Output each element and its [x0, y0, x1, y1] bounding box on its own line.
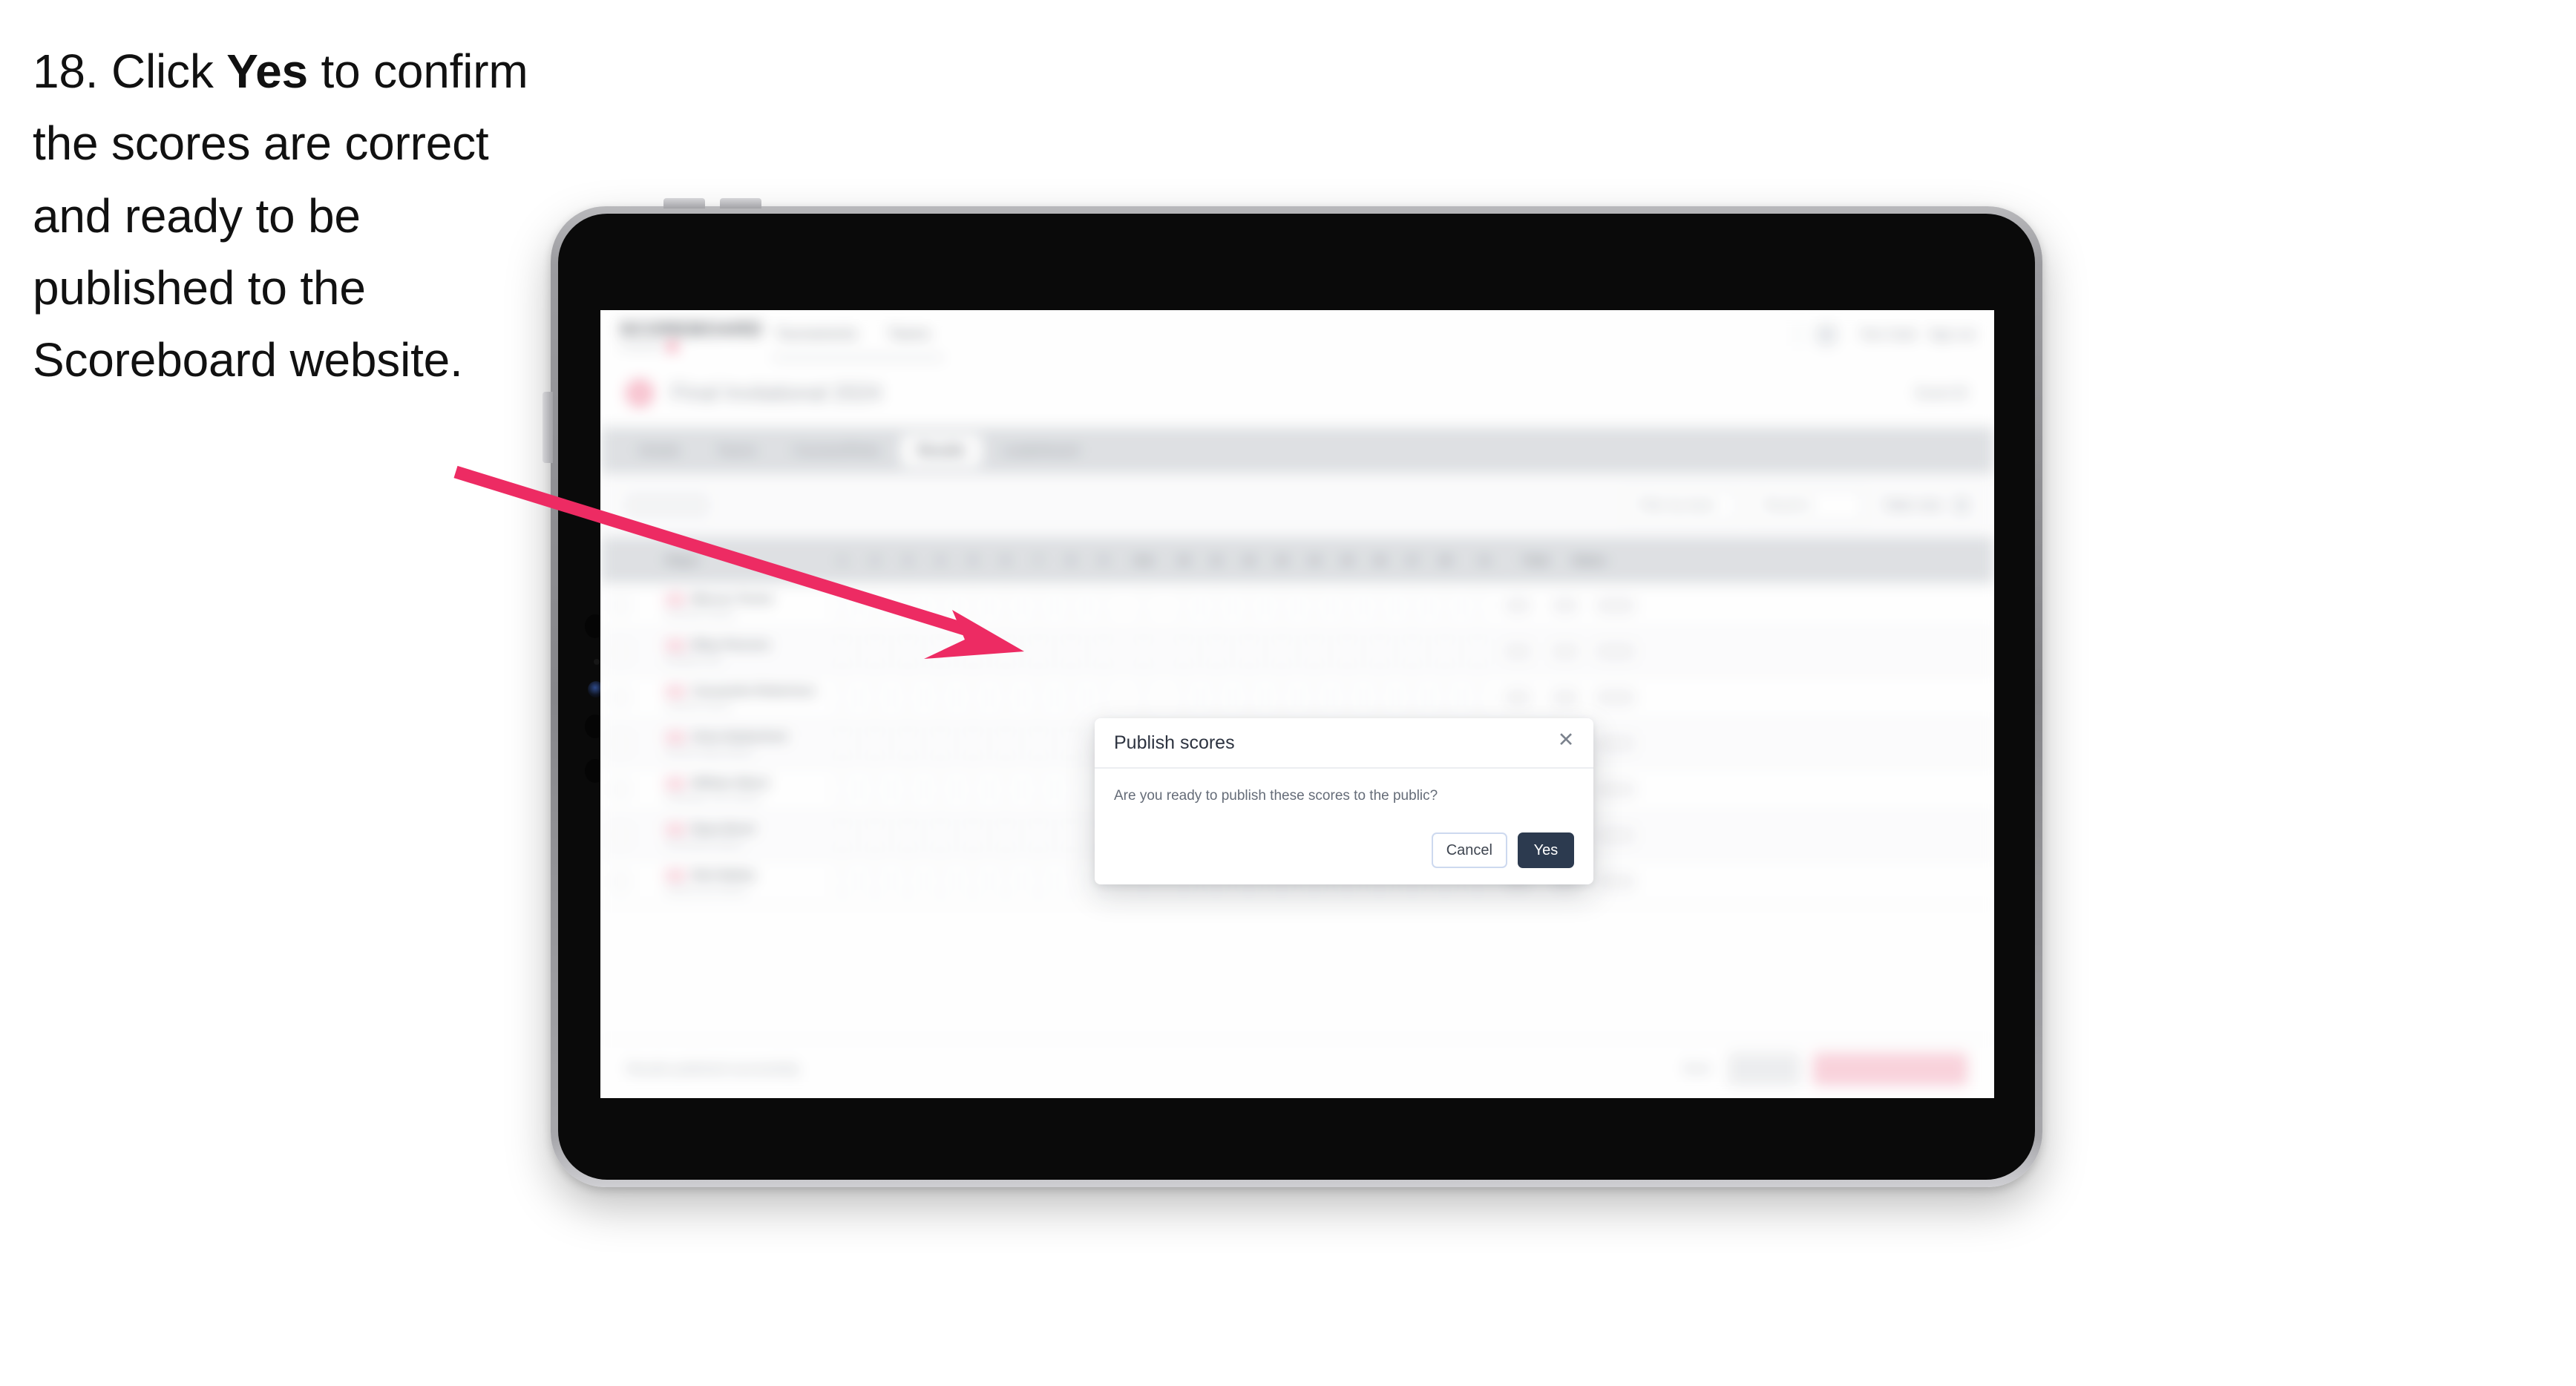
modal-scrim[interactable]	[600, 310, 1994, 1098]
publish-scores-dialog: Publish scores ✕ Are you ready to publis…	[1095, 718, 1593, 884]
tablet-screen: SCOREBOARD competition Tournaments Teams…	[600, 310, 1994, 1098]
dialog-message: Are you ready to publish these scores to…	[1114, 788, 1438, 804]
volume-down-button[interactable]	[720, 198, 761, 208]
close-icon[interactable]: ✕	[1555, 729, 1577, 751]
tablet-device-frame: SCOREBOARD competition Tournaments Teams…	[543, 198, 2042, 1187]
cancel-button[interactable]: Cancel	[1431, 832, 1507, 868]
caption-emphasis: Yes	[226, 45, 308, 98]
slide-canvas: 18. Click Yes to confirm the scores are …	[0, 0, 2576, 1386]
dialog-title: Publish scores	[1114, 732, 1235, 753]
dialog-actions: Cancel Yes	[1095, 832, 1593, 884]
device-bezel: SCOREBOARD competition Tournaments Teams…	[558, 214, 2035, 1180]
instruction-caption: 18. Click Yes to confirm the scores are …	[33, 36, 567, 396]
sensor-dot-icon	[594, 659, 600, 665]
power-button[interactable]	[543, 392, 553, 463]
dialog-body: Are you ready to publish these scores to…	[1095, 769, 1593, 804]
caption-text-before: Click	[98, 45, 227, 98]
step-number: 18.	[33, 45, 99, 98]
dialog-header: Publish scores ✕	[1095, 718, 1593, 769]
confirm-yes-button[interactable]: Yes	[1518, 832, 1574, 868]
volume-up-button[interactable]	[663, 198, 705, 208]
